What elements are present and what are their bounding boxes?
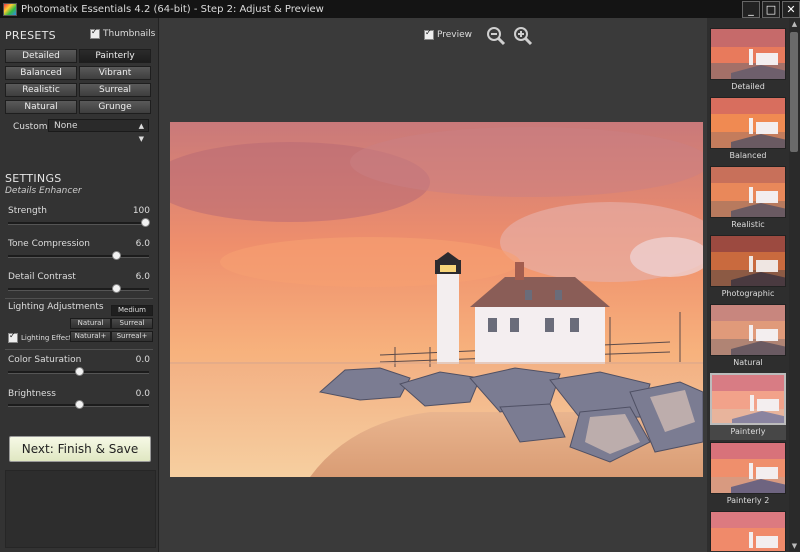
lighting-natural-plus-button[interactable]: Natural+ <box>70 331 111 342</box>
brightness-slider[interactable] <box>8 400 149 409</box>
preset-balanced-button[interactable]: Balanced <box>5 66 77 80</box>
thumbnails-checkbox[interactable]: Thumbnails <box>90 27 156 39</box>
lighting-medium-button[interactable]: Medium <box>111 305 153 316</box>
color-saturation-slider[interactable] <box>8 367 149 376</box>
divider <box>5 298 153 299</box>
left-panel: PRESETS Thumbnails Detailed Painterly Ba… <box>0 18 159 552</box>
preset-grunge-button[interactable]: Grunge <box>79 100 151 114</box>
tone-compression-value: 6.0 <box>135 239 150 249</box>
tone-compression-label: Tone Compression <box>8 239 90 249</box>
detail-contrast-slider[interactable] <box>8 284 149 293</box>
thumbnail-image <box>710 235 786 287</box>
thumbnail-balanced[interactable]: Balanced <box>710 97 786 164</box>
thumbnail-next[interactable] <box>710 511 786 551</box>
scroll-down-icon[interactable]: ▼ <box>789 540 800 552</box>
brightness-value: 0.0 <box>135 389 150 399</box>
thumbnail-image <box>710 28 786 80</box>
strength-value: 100 <box>132 206 150 216</box>
preview-checkbox[interactable]: Preview <box>424 28 473 40</box>
lighting-effects-label: Lighting Effects <box>21 334 76 342</box>
thumbnail-photographic[interactable]: Photographic <box>710 235 786 302</box>
zoom-out-icon[interactable] <box>486 26 506 46</box>
zoom-in-icon[interactable] <box>513 26 533 46</box>
preset-detailed-button[interactable]: Detailed <box>5 49 77 63</box>
color-saturation-value: 0.0 <box>135 355 150 365</box>
color-saturation-label: Color Saturation <box>8 355 82 365</box>
thumbnail-image <box>710 166 786 218</box>
preset-vibrant-button[interactable]: Vibrant <box>79 66 151 80</box>
scroll-up-icon[interactable]: ▲ <box>789 18 800 30</box>
lighting-surreal-plus-button[interactable]: Surreal+ <box>111 331 153 342</box>
custom-preset-select[interactable]: None ▲ ▼ <box>48 119 149 143</box>
slider-knob[interactable] <box>112 251 121 260</box>
thumbnail-realistic[interactable]: Realistic <box>710 166 786 233</box>
scrollbar-thumb[interactable] <box>790 32 798 152</box>
settings-title: SETTINGS <box>5 172 62 185</box>
strength-slider[interactable] <box>8 218 150 227</box>
preset-buttons: Detailed Painterly Balanced Vibrant Real… <box>5 49 151 114</box>
thumbnail-image <box>710 97 786 149</box>
thumbnails-label: Thumbnails <box>103 29 156 39</box>
preview-image[interactable] <box>170 122 703 477</box>
preset-surreal-button[interactable]: Surreal <box>79 83 151 97</box>
thumbnail-detailed[interactable]: Detailed <box>710 28 786 95</box>
maximize-button[interactable]: □ <box>762 1 780 18</box>
detail-contrast-value: 6.0 <box>135 272 150 282</box>
window-title: Photomatix Essentials 4.2 (64-bit) - Ste… <box>21 3 324 15</box>
custom-label: Custom: <box>13 122 51 132</box>
next-finish-save-button[interactable]: Next: Finish & Save <box>9 436 151 462</box>
slider-knob[interactable] <box>141 218 150 227</box>
close-button[interactable]: ✕ <box>782 1 800 18</box>
thumbnail-label: Painterly <box>730 427 766 436</box>
slider-knob[interactable] <box>75 367 84 376</box>
thumbnail-label: Balanced <box>729 151 767 160</box>
app-icon <box>3 2 17 16</box>
slider-knob[interactable] <box>75 400 84 409</box>
preview-label: Preview <box>437 30 473 40</box>
presets-title: PRESETS <box>5 29 56 42</box>
thumbnail-painterly[interactable]: Painterly <box>710 373 786 440</box>
lighting-effects-checkbox[interactable]: Lighting Effects <box>8 331 76 343</box>
thumbnail-label: Realistic <box>731 220 765 229</box>
thumbnail-painterly-2[interactable]: Painterly 2 <box>710 442 786 509</box>
divider <box>5 349 153 350</box>
custom-select-value: None <box>54 121 78 131</box>
lighting-natural-button[interactable]: Natural <box>70 318 111 329</box>
checkbox-checked-icon[interactable] <box>90 27 100 39</box>
thumbnail-label: Natural <box>733 358 763 367</box>
preset-natural-button[interactable]: Natural <box>5 100 77 114</box>
thumbnail-image <box>710 373 786 425</box>
thumbnail-image <box>710 304 786 356</box>
thumbnail-label: Painterly 2 <box>726 496 770 505</box>
lighthouse-photo <box>170 122 703 477</box>
preset-painterly-button[interactable]: Painterly <box>79 49 151 63</box>
preset-realistic-button[interactable]: Realistic <box>5 83 77 97</box>
lighting-adjustments-label: Lighting Adjustments <box>8 302 104 312</box>
updown-arrows-icon: ▲ ▼ <box>138 122 144 143</box>
preview-area: Preview <box>159 18 707 552</box>
thumbnail-image <box>710 442 786 494</box>
title-bar: Photomatix Essentials 4.2 (64-bit) - Ste… <box>0 0 800 18</box>
checkbox-checked-icon[interactable] <box>424 28 434 40</box>
thumbnail-label: Detailed <box>731 82 765 91</box>
detail-contrast-label: Detail Contrast <box>8 272 76 282</box>
info-area <box>5 470 156 548</box>
checkbox-checked-icon[interactable] <box>8 331 18 343</box>
settings-subtitle: Details Enhancer <box>5 186 82 196</box>
tone-compression-slider[interactable] <box>8 251 149 260</box>
thumbnail-label: Photographic <box>721 289 775 298</box>
thumbnail-strip: Detailed Balanced Realistic Photographic… <box>707 18 789 552</box>
thumbnail-natural[interactable]: Natural <box>710 304 786 371</box>
slider-knob[interactable] <box>112 284 121 293</box>
minimize-button[interactable]: _ <box>742 1 760 18</box>
lighting-surreal-button[interactable]: Surreal <box>111 318 153 329</box>
thumbnail-scrollbar[interactable]: ▲ ▼ <box>789 18 800 552</box>
strength-label: Strength <box>8 206 47 216</box>
brightness-label: Brightness <box>8 389 56 399</box>
thumbnail-image <box>710 511 786 551</box>
